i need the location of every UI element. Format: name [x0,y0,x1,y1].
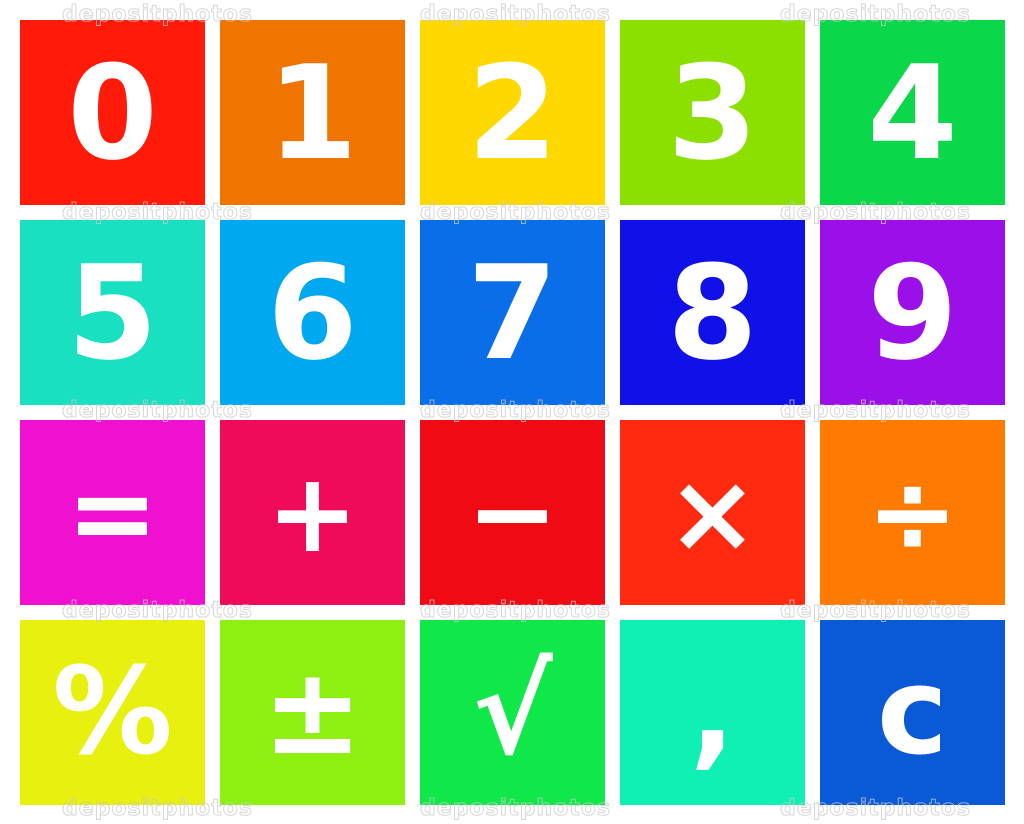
plus-minus-icon: ± [262,642,363,782]
key-square-root[interactable]: √ [420,620,605,805]
key-0-label: 0 [67,36,158,189]
equals-icon: = [66,448,159,577]
key-2[interactable]: 2 [420,20,605,205]
key-6[interactable]: 6 [220,220,405,405]
plus-icon: + [266,448,359,577]
square-root-icon: √ [472,642,553,782]
key-8[interactable]: 8 [620,220,805,405]
key-minus[interactable]: − [420,420,605,605]
key-1-label: 1 [267,36,358,189]
key-percent[interactable]: % [20,620,205,805]
key-divide[interactable]: ÷ [820,420,1005,605]
comma-icon: , [689,642,736,782]
key-1[interactable]: 1 [220,20,405,205]
key-9[interactable]: 9 [820,220,1005,405]
key-6-label: 6 [267,236,358,389]
key-9-label: 9 [867,236,958,389]
clear-icon: c [876,642,949,782]
key-7[interactable]: 7 [420,220,605,405]
key-0[interactable]: 0 [20,20,205,205]
minus-icon: − [466,448,559,577]
key-clear[interactable]: c [820,620,1005,805]
divide-icon: ÷ [866,448,959,577]
key-5-label: 5 [67,236,158,389]
key-7-label: 7 [467,236,558,389]
multiply-icon: × [666,448,759,577]
key-4[interactable]: 4 [820,20,1005,205]
key-2-label: 2 [467,36,558,189]
key-multiply[interactable]: × [620,420,805,605]
key-8-label: 8 [667,236,758,389]
key-4-label: 4 [867,36,958,189]
key-3-label: 3 [667,36,758,189]
key-5[interactable]: 5 [20,220,205,405]
key-plus[interactable]: + [220,420,405,605]
key-3[interactable]: 3 [620,20,805,205]
percent-icon: % [52,642,173,782]
calculator-key-grid: 0 1 2 3 4 5 6 7 8 9 = + − × ÷ % ± √ , c [20,20,1005,805]
key-comma[interactable]: , [620,620,805,805]
key-plus-minus[interactable]: ± [220,620,405,805]
key-equals[interactable]: = [20,420,205,605]
